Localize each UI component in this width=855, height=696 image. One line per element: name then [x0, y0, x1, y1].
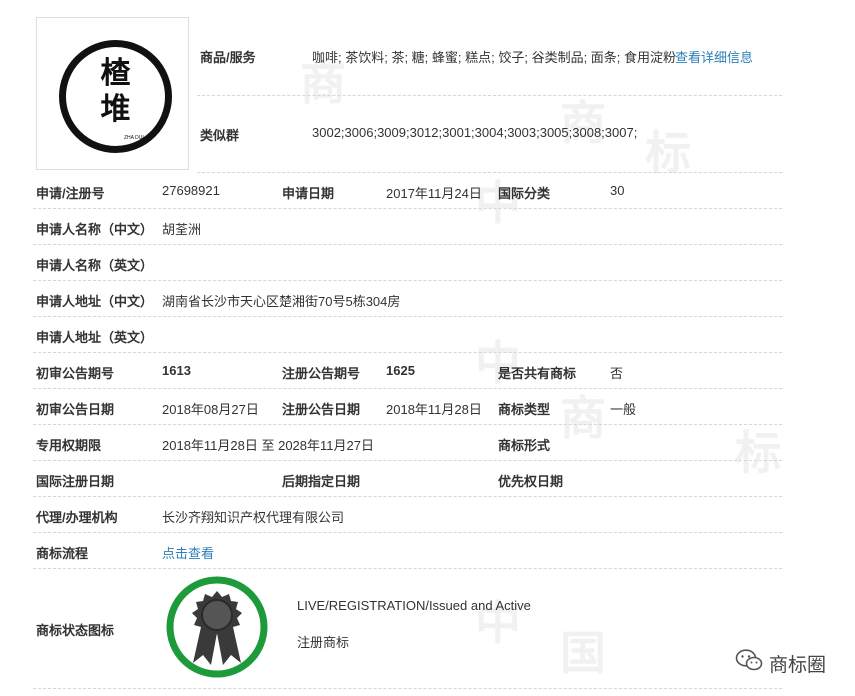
mark-type-label: 商标类型: [498, 402, 551, 417]
divider: [33, 568, 782, 569]
mark-form-label: 商标形式: [498, 438, 551, 453]
goods-label: 商品/服务: [200, 50, 256, 65]
status-en: LIVE/REGISTRATION/Issued and Active: [297, 598, 531, 613]
intl-class-value: 30: [610, 183, 625, 198]
status-cn: 注册商标: [297, 635, 350, 650]
apply-date-label: 申请日期: [282, 186, 335, 201]
registered-badge-icon: [165, 575, 269, 679]
similar-group-value: 3002;3006;3009;3012;3001;3004;3003;3005;…: [312, 125, 638, 140]
logo-ring: 楂 堆 ZHA DUI: [59, 40, 172, 153]
flow-label: 商标流程: [36, 546, 89, 561]
address-en-label: 申请人地址（英文）: [36, 330, 154, 345]
divider: [33, 688, 782, 689]
shared-value: 否: [610, 366, 624, 381]
prelim-date-value: 2018年08月27日: [162, 402, 259, 417]
divider: [33, 280, 782, 281]
reg-date-value: 2018年11月28日: [386, 402, 482, 417]
agency-value: 长沙齐翔知识产权代理有限公司: [162, 510, 345, 525]
exclusive-period-value: 2018年11月28日 至 2028年11月27日: [162, 438, 374, 453]
agency-label: 代理/办理机构: [36, 510, 118, 525]
applicant-en-label: 申请人名称（英文）: [36, 258, 154, 273]
wechat-watermark: 商标圈: [735, 648, 826, 678]
apply-date-value: 2017年11月24日: [386, 186, 482, 201]
applicant-cn-value: 胡荃洲: [162, 222, 202, 237]
goods-value: 咖啡; 茶饮料; 茶; 糖; 蜂蜜; 糕点; 饺子; 谷类制品; 面条; 食用淀…: [312, 50, 677, 65]
divider: [33, 496, 782, 497]
prelim-issue-value: 1613: [162, 363, 191, 378]
divider: [33, 244, 782, 245]
mark-type-value: 一般: [610, 402, 637, 417]
similar-group-label: 类似群: [200, 128, 240, 143]
divider: [33, 532, 782, 533]
later-date-label: 后期指定日期: [282, 474, 361, 489]
wechat-icon: [735, 648, 763, 678]
prelim-issue-label: 初审公告期号: [36, 366, 115, 381]
trademark-image: 楂 堆 ZHA DUI: [36, 17, 189, 170]
divider: [33, 460, 782, 461]
exclusive-period-label: 专用权期限: [36, 438, 102, 453]
logo-char-top: 楂: [100, 56, 131, 91]
reg-issue-label: 注册公告期号: [282, 366, 361, 381]
intl-class-label: 国际分类: [498, 186, 551, 201]
logo-subtitle: ZHA DUI: [124, 135, 144, 141]
divider: [33, 316, 782, 317]
divider: [197, 95, 782, 96]
divider: [33, 424, 782, 425]
divider: [33, 208, 782, 209]
reg-no-label: 申请/注册号: [36, 186, 105, 201]
shared-label: 是否共有商标: [498, 366, 577, 381]
divider: [197, 172, 782, 173]
intl-reg-date-label: 国际注册日期: [36, 474, 115, 489]
reg-date-label: 注册公告日期: [282, 402, 361, 417]
wechat-account-name: 商标圈: [769, 654, 827, 676]
address-cn-value: 湖南省长沙市天心区楚湘街70号5栋304房: [162, 294, 401, 309]
status-label: 商标状态图标: [36, 623, 115, 638]
view-details-link[interactable]: 查看详细信息: [675, 47, 753, 66]
prelim-date-label: 初审公告日期: [36, 402, 115, 417]
applicant-cn-label: 申请人名称（中文）: [36, 222, 154, 237]
reg-issue-value: 1625: [386, 363, 415, 378]
divider: [33, 352, 782, 353]
reg-no-value: 27698921: [162, 183, 220, 198]
divider: [33, 388, 782, 389]
flow-link[interactable]: 点击查看: [162, 543, 214, 562]
priority-date-label: 优先权日期: [498, 474, 564, 489]
logo-char-bottom: 堆: [100, 92, 131, 127]
address-cn-label: 申请人地址（中文）: [36, 294, 154, 309]
